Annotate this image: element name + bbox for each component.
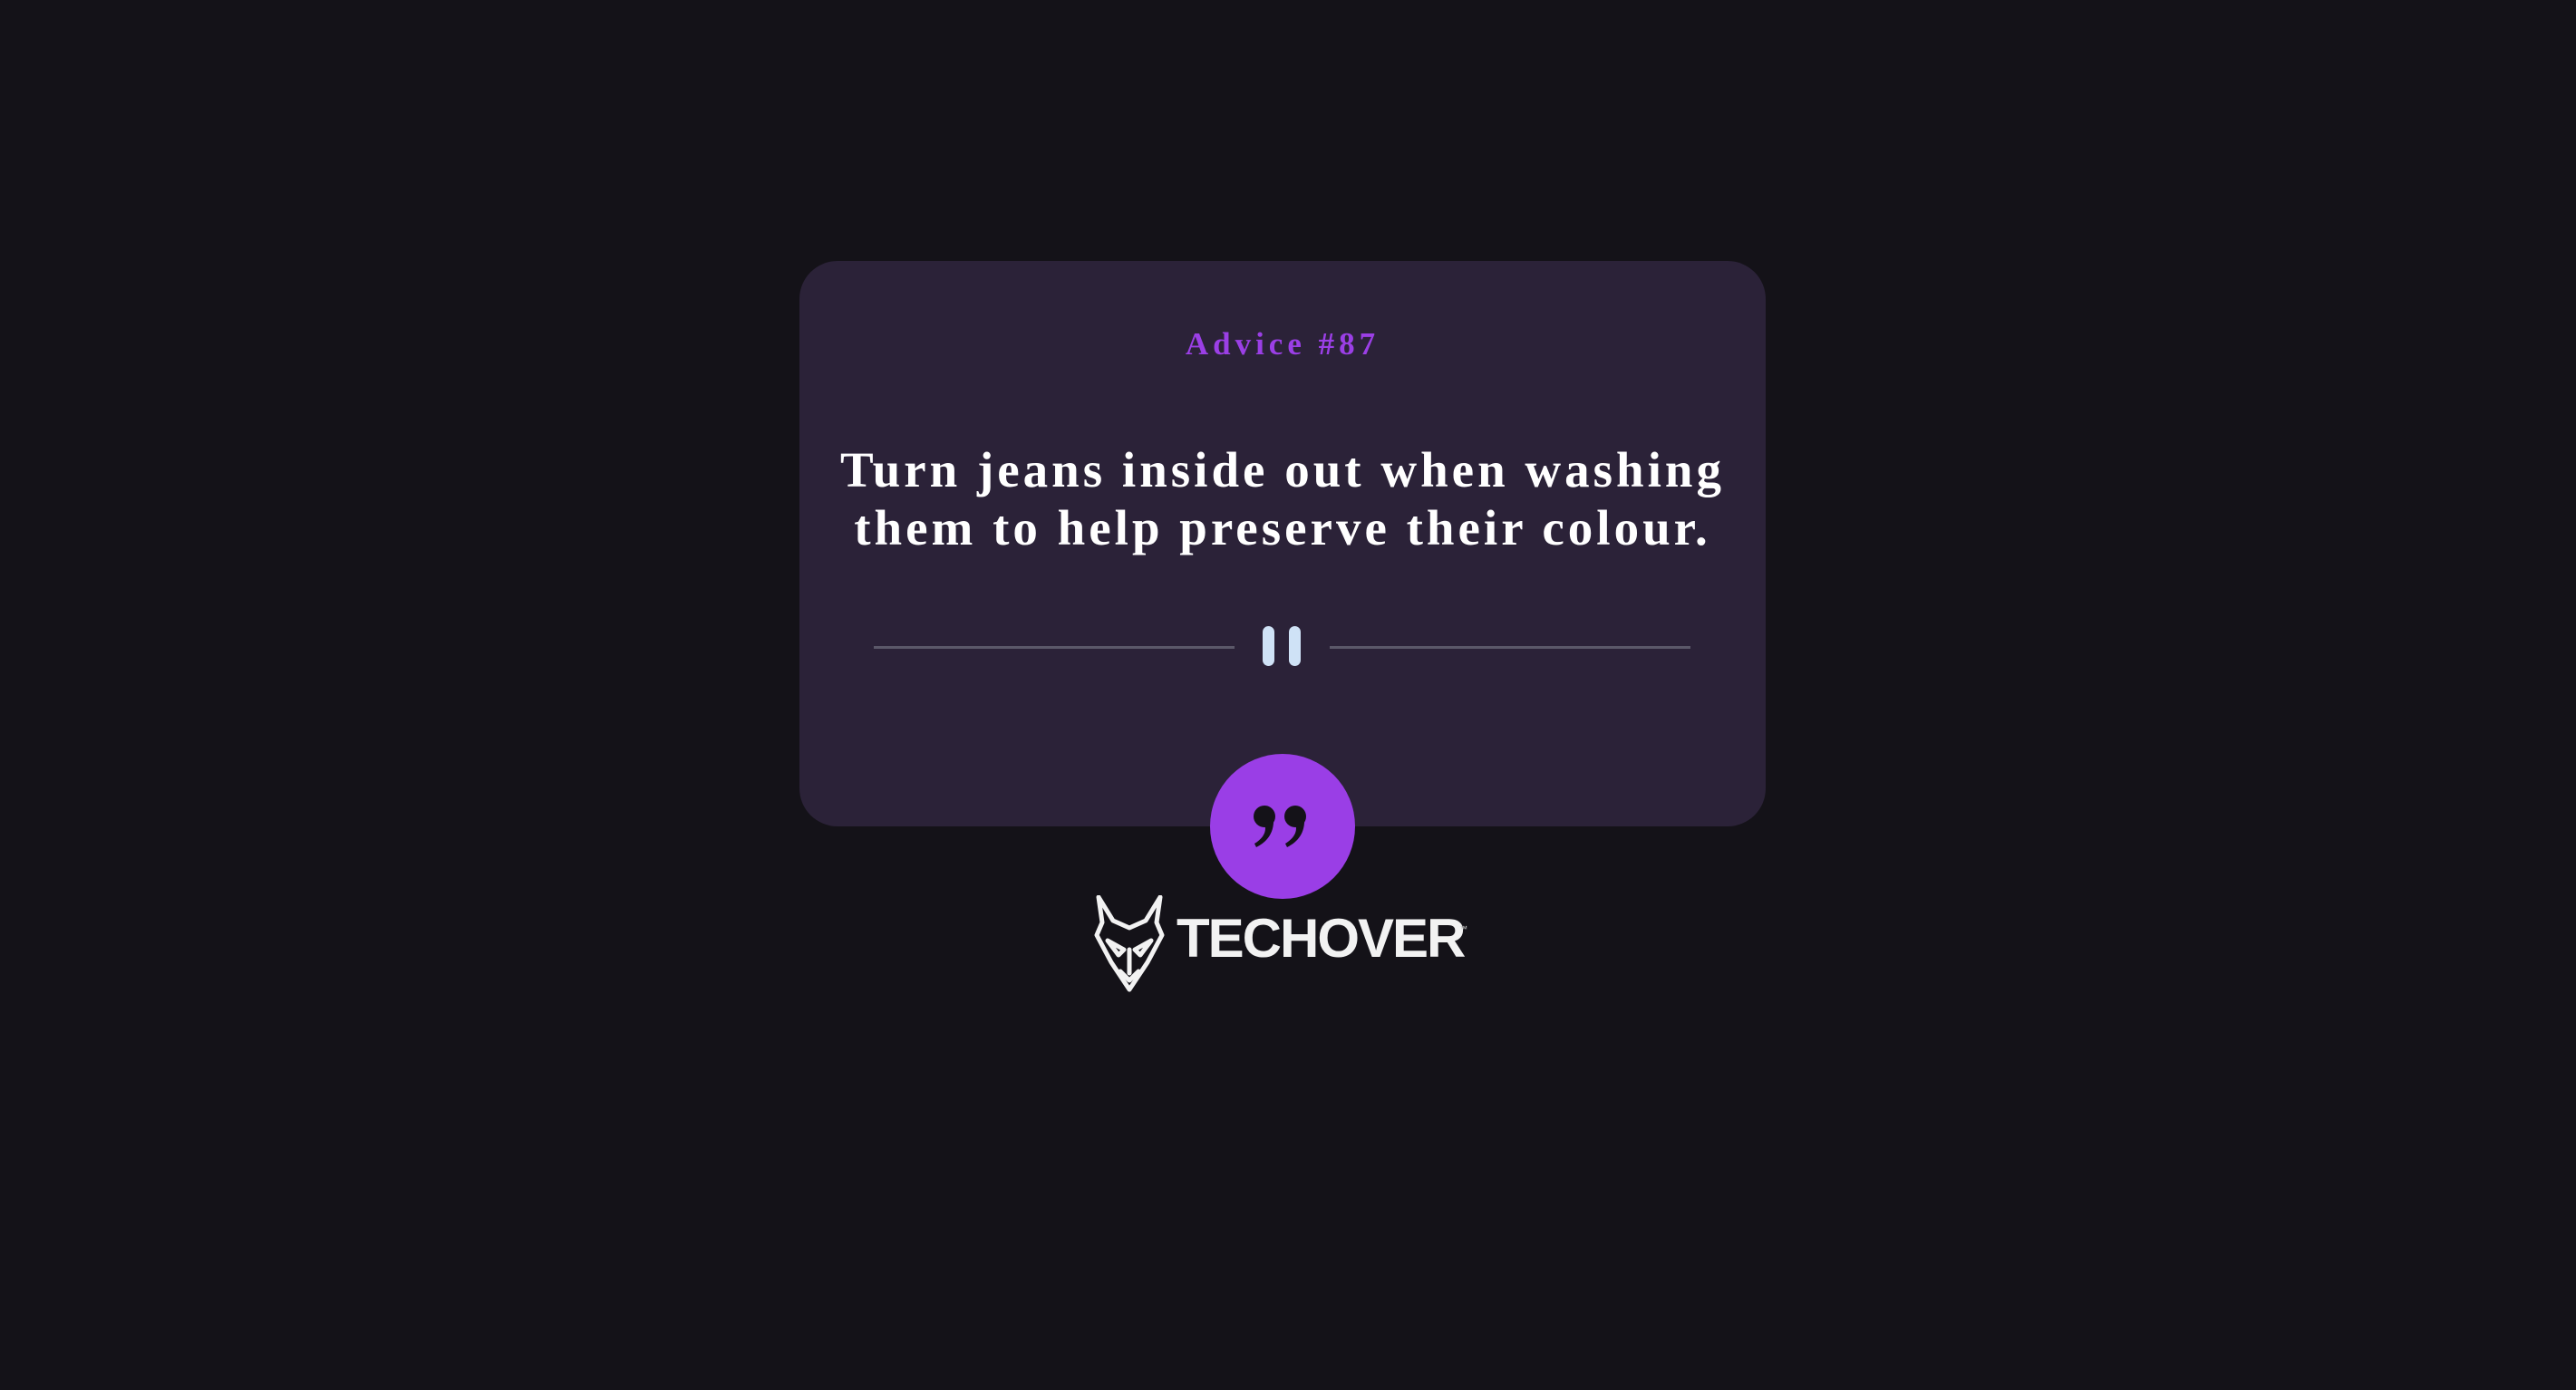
quote-icon [1254,806,1306,847]
advice-text: Turn jeans inside out when washing them … [839,442,1726,555]
divider-line-left [874,646,1235,649]
wolf-logo-icon [1094,895,1165,992]
divider [874,623,1690,671]
techover-logo: TECHOVER ™ [1093,895,1474,997]
brand-name: TECHOVER [1177,908,1466,969]
pause-icon [1263,626,1303,666]
divider-line-right [1330,646,1690,649]
new-advice-button[interactable] [1210,754,1355,899]
brand-trademark: ™ [1459,924,1467,933]
advice-title: Advice #87 [1185,326,1380,362]
